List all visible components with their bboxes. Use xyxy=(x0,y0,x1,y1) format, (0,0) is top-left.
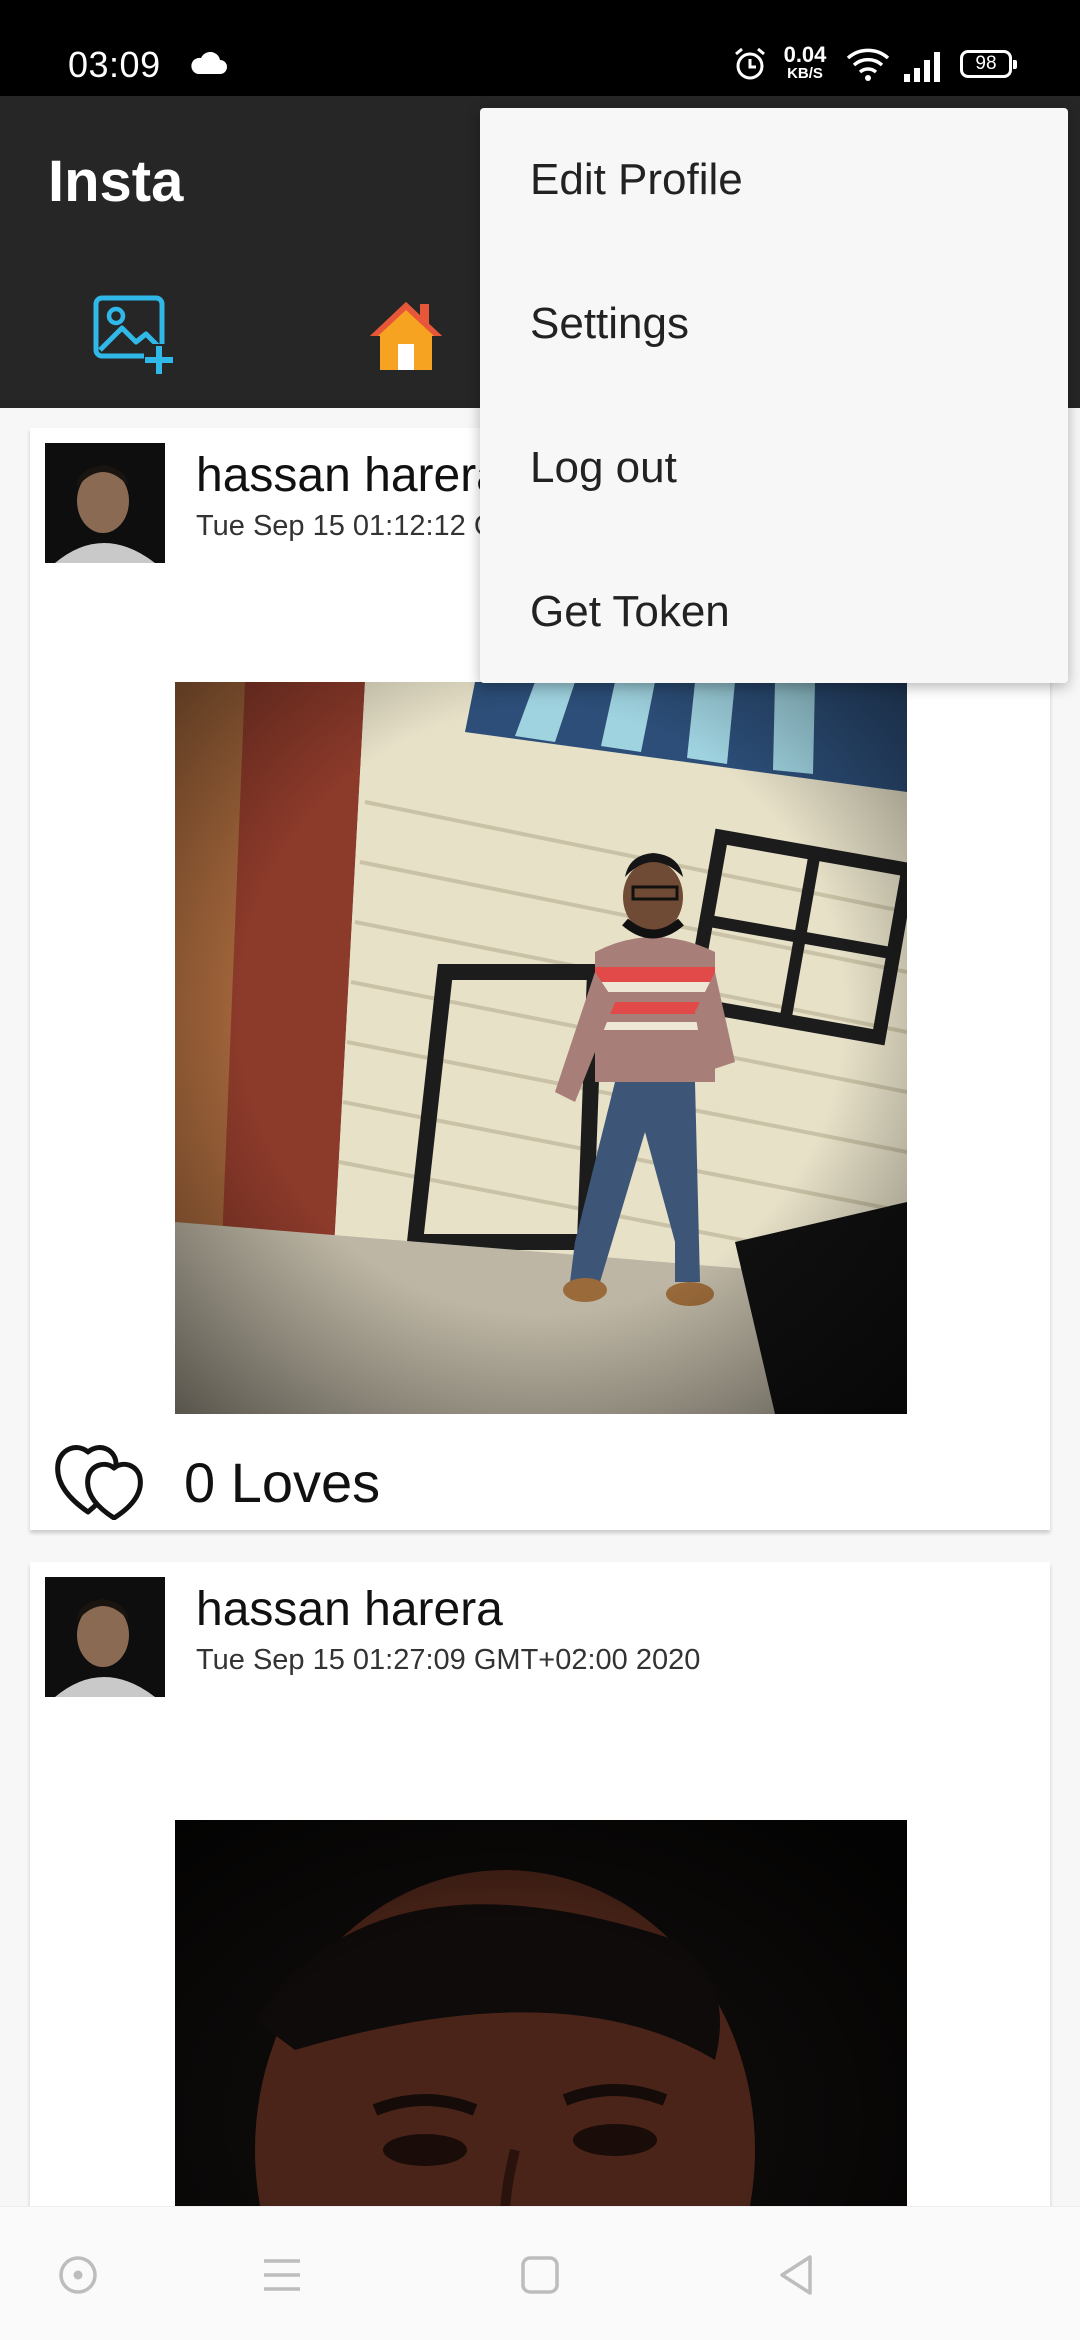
alarm-icon xyxy=(735,47,765,80)
signal-icon xyxy=(904,52,940,82)
network-speed-value: 0.04 xyxy=(783,42,827,67)
avatar[interactable] xyxy=(45,443,165,563)
love-count: 0 Loves xyxy=(184,1451,381,1514)
post-username[interactable]: hassan harera xyxy=(196,448,503,503)
menu-item-log-out[interactable]: Log out xyxy=(480,396,1068,540)
home-button-icon[interactable] xyxy=(510,2245,570,2305)
overflow-menu: Edit Profile Settings Log out Get Token xyxy=(480,108,1068,683)
recents-icon[interactable] xyxy=(252,2245,312,2305)
post-date: Tue Sep 15 01:27:09 GMT+02:00 2020 xyxy=(196,1644,701,1676)
wifi-icon xyxy=(846,48,890,81)
battery-icon: 98 xyxy=(960,50,1017,78)
add-photo-icon[interactable] xyxy=(92,292,178,378)
menu-item-edit-profile[interactable]: Edit Profile xyxy=(480,108,1068,252)
system-nav-bar xyxy=(0,2206,1080,2340)
cloud-icon xyxy=(191,52,227,74)
home-icon[interactable] xyxy=(366,296,446,376)
menu-item-get-token[interactable]: Get Token xyxy=(480,540,1068,684)
app-title: Insta xyxy=(48,149,184,214)
screen: 03:09 0.04 KB/S 98 Insta hassan harera T… xyxy=(0,0,1080,2340)
post-username[interactable]: hassan harera xyxy=(196,1582,503,1637)
back-icon[interactable] xyxy=(766,2245,826,2305)
network-speed-unit: KB/S xyxy=(787,65,823,82)
post-image[interactable] xyxy=(175,682,907,1414)
network-speed: 0.04 KB/S xyxy=(780,42,830,82)
menu-item-settings[interactable]: Settings xyxy=(480,252,1068,396)
love-icon[interactable] xyxy=(54,1438,150,1520)
status-time: 03:09 xyxy=(68,44,161,85)
assistant-icon[interactable] xyxy=(48,2245,108,2305)
avatar[interactable] xyxy=(45,1577,165,1697)
status-bar: 03:09 0.04 KB/S 98 xyxy=(0,0,1080,96)
